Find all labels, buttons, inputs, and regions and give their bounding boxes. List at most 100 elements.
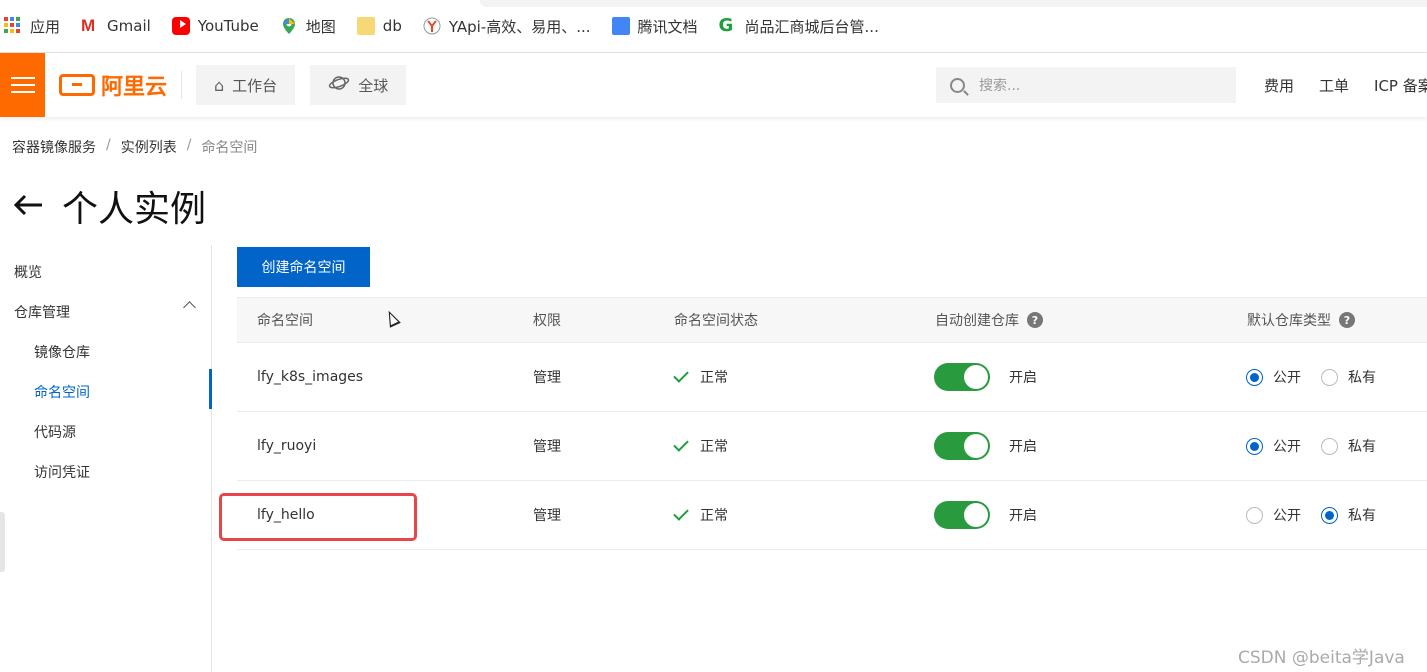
help-icon[interactable]: ? [1027,312,1043,328]
page-title: 个人实例 [62,189,207,230]
auto-create-toggle[interactable] [934,501,990,529]
breadcrumb-separator: / [106,137,111,153]
back-arrow-icon[interactable] [12,186,44,226]
region-button[interactable]: 全球 [310,65,407,105]
nav-overview[interactable]: 概览 [14,262,42,282]
globe-icon [328,74,350,96]
default-type-radio-group: 公开 私有 [1246,367,1396,387]
nav-repo-management[interactable]: 仓库管理 [14,302,70,322]
radio-option-private[interactable]: 私有 [1321,505,1376,525]
check-icon [673,505,689,521]
toggle-label: 开启 [1009,370,1037,386]
bookmark-yapi[interactable]: YApi-高效、易用、... [423,12,591,40]
region-label: 全球 [358,76,389,95]
column-header-default-type: 默认仓库类型 ? [1247,310,1355,330]
bookmark-gmail[interactable]: M Gmail [81,12,151,40]
bookmark-label: 尚品汇商城后台管... [744,17,879,36]
workbench-label: 工作台 [232,76,278,95]
permission-value: 管理 [533,439,561,455]
breadcrumb-separator: / [186,137,192,153]
bookmarks-bar: 应用 M Gmail YouTube 地图 db YApi-高效、易用、... … [0,0,1427,53]
permission-value: 管理 [533,370,561,386]
header-divider [181,71,183,99]
nav-access-credentials[interactable]: 访问凭证 [34,462,90,482]
nav-active-indicator [209,369,212,409]
default-type-radio-group: 公开 私有 [1246,505,1396,525]
help-icon[interactable]: ? [1339,312,1355,328]
auto-create-cell: 开启 [934,432,1037,460]
table-row: lfy_k8s_images 管理 正常 开启 公开 私有 [237,343,1427,412]
radio-button[interactable] [1321,368,1338,386]
toggle-label: 开启 [1009,508,1037,524]
radio-button[interactable] [1246,368,1263,386]
radio-option-private[interactable]: 私有 [1321,436,1376,456]
aliyun-logo[interactable]: 阿里云 [59,69,167,101]
bookmark-maps[interactable]: 地图 [280,12,336,40]
search-input[interactable]: 搜索... [936,67,1236,103]
document-icon [611,17,630,35]
radio-label: 公开 [1273,439,1301,455]
workbench-button[interactable]: ⌂ 工作台 [196,65,296,105]
bookmark-db[interactable]: db [356,12,402,40]
radio-option-private[interactable]: 私有 [1321,367,1376,387]
bookmark-label: YouTube [197,17,259,35]
radio-option-public[interactable]: 公开 [1246,505,1301,525]
home-icon: ⌂ [214,75,225,95]
g-logo-icon: G [718,15,734,36]
auto-create-toggle[interactable] [934,363,990,391]
bookmark-youtube[interactable]: YouTube [171,12,259,40]
gmail-icon: M [81,16,96,35]
nav-namespaces[interactable]: 命名空间 [34,382,90,402]
status-text: 正常 [700,508,728,524]
auto-create-toggle[interactable] [934,432,990,460]
highlight-box [219,493,417,541]
column-header-status: 命名空间状态 [674,313,758,329]
bookmark-shangpinhui[interactable]: G 尚品汇商城后台管... [719,12,879,40]
search-icon [950,77,965,93]
check-icon [673,436,689,452]
chevron-up-icon[interactable] [183,301,196,314]
folder-icon [356,17,375,35]
maps-icon [280,17,298,35]
radio-option-public[interactable]: 公开 [1246,436,1301,456]
menu-icon[interactable] [0,53,45,117]
radio-button[interactable] [1246,437,1263,455]
default-type-radio-group: 公开 私有 [1246,436,1396,456]
youtube-icon [171,17,190,35]
bookmark-tencent-docs[interactable]: 腾讯文档 [611,12,698,40]
radio-option-public[interactable]: 公开 [1246,367,1301,387]
create-namespace-button[interactable]: 创建命名空间 [237,247,370,287]
status-text: 正常 [700,439,728,455]
breadcrumb: 容器镜像服务 / 实例列表 / 命名空间 [12,137,257,157]
column-header-namespace: 命名空间 [257,313,313,329]
radio-label: 私有 [1348,508,1376,524]
column-header-auto-create: 自动创建仓库 ? [935,310,1043,330]
radio-button[interactable] [1246,506,1263,524]
table-row: lfy_ruoyi 管理 正常 开启 公开 私有 [237,412,1427,481]
nav-image-repos[interactable]: 镜像仓库 [34,342,90,362]
radio-button[interactable] [1321,506,1338,524]
watermark: CSDN @beita学Java [1238,648,1405,668]
apps-grid-icon [4,17,22,35]
namespace-name: lfy_k8s_images [257,369,364,385]
bookmark-apps[interactable]: 应用 [4,12,60,40]
breadcrumb-item[interactable]: 容器镜像服务 [12,137,96,157]
header-link-billing[interactable]: 费用 [1264,75,1294,96]
side-edge-tab[interactable] [0,512,5,572]
side-nav: 概览 仓库管理 镜像仓库 命名空间 代码源 访问凭证 [0,245,212,672]
radio-button[interactable] [1321,437,1338,455]
table-header: 命名空间 权限 命名空间状态 自动创建仓库 ? 默认仓库类型 ? [237,297,1427,343]
header-link-tickets[interactable]: 工单 [1319,75,1349,96]
column-header-label: 自动创建仓库 [935,313,1019,329]
auto-create-cell: 开启 [934,363,1037,391]
radio-label: 公开 [1273,508,1301,524]
breadcrumb-item[interactable]: 实例列表 [121,137,177,157]
header-link-icp[interactable]: ICP 备案 [1374,75,1427,96]
search-placeholder: 搜索... [979,78,1021,94]
bookmark-label: 应用 [30,17,61,36]
toggle-label: 开启 [1009,439,1037,455]
bookmark-label: 腾讯文档 [637,17,698,36]
nav-code-sources[interactable]: 代码源 [34,422,76,442]
bookmark-label: YApi-高效、易用、... [448,17,591,36]
bookmark-label: db [382,17,402,35]
